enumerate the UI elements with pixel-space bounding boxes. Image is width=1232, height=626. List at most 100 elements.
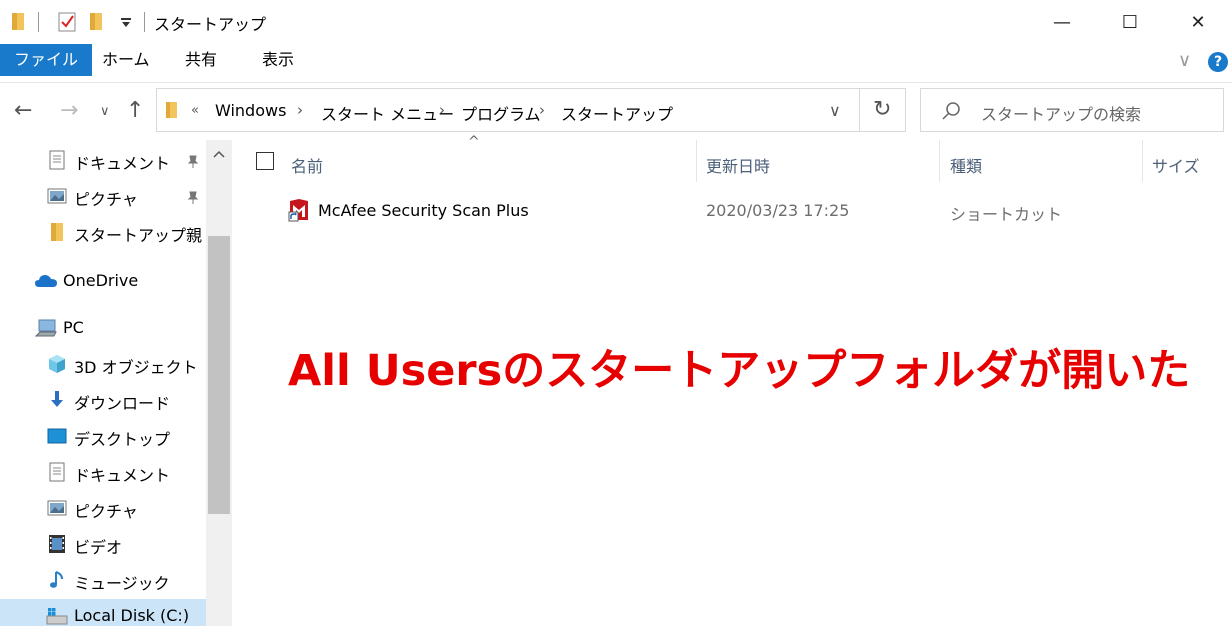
- recent-locations-button[interactable]: ∨: [100, 104, 110, 119]
- nav-item-pictures-quick[interactable]: ピクチャ: [0, 179, 206, 213]
- nav-item-label: Local Disk (C:): [74, 606, 190, 625]
- nav-item-videos[interactable]: ビデオ: [0, 527, 206, 561]
- nav-item-label: 3D オブジェクト: [74, 358, 198, 377]
- window-title: スタートアップ: [154, 15, 267, 34]
- desktop-icon: [47, 428, 67, 444]
- nav-item-local-disk[interactable]: Local Disk (C:): [0, 599, 206, 626]
- scrollbar-thumb[interactable]: [208, 236, 230, 514]
- up-button[interactable]: ↑: [126, 98, 144, 123]
- refresh-icon[interactable]: ↻: [873, 97, 891, 122]
- onedrive-icon: [35, 275, 57, 287]
- properties-icon[interactable]: [56, 10, 78, 34]
- tab-view[interactable]: 表示: [248, 44, 308, 76]
- nav-pane-scrollbar[interactable]: [206, 140, 232, 626]
- folder-icon[interactable]: [10, 10, 28, 32]
- nav-item-label: ドキュメント: [74, 466, 171, 485]
- file-modified: 2020/03/23 17:25: [706, 201, 850, 220]
- new-folder-icon[interactable]: [88, 10, 106, 32]
- picture-icon: [47, 500, 67, 516]
- nav-item-label: デスクトップ: [74, 430, 171, 449]
- tab-share[interactable]: 共有: [171, 44, 231, 76]
- breadcrumb-separator[interactable]: ›: [539, 101, 545, 119]
- nav-item-label: OneDrive: [63, 271, 139, 290]
- mcafee-shortcut-icon: [288, 199, 308, 222]
- column-divider[interactable]: [696, 140, 697, 182]
- download-icon: [51, 391, 63, 407]
- nav-item-onedrive[interactable]: OneDrive: [0, 264, 206, 298]
- column-header-size[interactable]: サイズ: [1152, 153, 1200, 177]
- divider: [38, 12, 39, 32]
- column-divider[interactable]: [939, 140, 940, 182]
- search-icon: [942, 102, 960, 120]
- select-all-checkbox[interactable]: [256, 152, 274, 170]
- address-dropdown-icon[interactable]: ∨: [829, 101, 841, 120]
- column-header-name[interactable]: 名前: [291, 153, 323, 177]
- nav-item-documents-quick[interactable]: ドキュメント: [0, 143, 206, 177]
- nav-item-documents[interactable]: ドキュメント: [0, 455, 206, 489]
- picture-icon: [47, 188, 67, 204]
- breadcrumb-programs[interactable]: プログラム: [461, 101, 541, 125]
- nav-item-label: ピクチャ: [74, 502, 138, 521]
- tab-home[interactable]: ホーム: [88, 44, 164, 76]
- customize-quick-access-icon[interactable]: [120, 18, 132, 28]
- nav-item-label: ピクチャ: [74, 190, 138, 209]
- navigation-pane: ドキュメント ピクチャ スタートアップ 親 OneDrive PC 3D オブジ…: [0, 140, 206, 626]
- nav-item-label: ドキュメント: [74, 154, 171, 173]
- nav-item-pc[interactable]: PC: [0, 311, 206, 345]
- search-input[interactable]: スタートアップの検索: [981, 101, 1141, 125]
- nav-item-music[interactable]: ミュージック: [0, 563, 206, 597]
- file-name[interactable]: McAfee Security Scan Plus: [318, 201, 529, 220]
- breadcrumb-separator[interactable]: ›: [439, 101, 445, 119]
- breadcrumb-startup[interactable]: スタートアップ: [561, 101, 673, 125]
- address-bar[interactable]: « Windows › スタート メニュー › プログラム › スタートアップ …: [156, 88, 906, 132]
- column-divider[interactable]: [1142, 140, 1143, 182]
- back-button[interactable]: ←: [14, 98, 32, 123]
- video-icon: [49, 535, 65, 553]
- nav-item-label: ダウンロード: [74, 394, 171, 413]
- tab-file[interactable]: ファイル: [0, 44, 93, 76]
- pin-icon[interactable]: [186, 191, 200, 205]
- nav-item-downloads[interactable]: ダウンロード: [0, 383, 206, 417]
- pin-icon[interactable]: [186, 155, 200, 169]
- minimize-button[interactable]: —: [1028, 0, 1096, 44]
- folder-icon: [51, 223, 63, 241]
- ribbon-expand-icon[interactable]: ∨: [1178, 50, 1191, 71]
- folder-icon: [166, 102, 177, 118]
- divider: [859, 89, 860, 131]
- column-header-type[interactable]: 種類: [950, 153, 982, 177]
- file-type: ショートカット: [950, 205, 1063, 224]
- search-box[interactable]: スタートアップの検索: [920, 88, 1224, 132]
- nav-item-label: スタートアップ: [74, 226, 187, 245]
- breadcrumb-overflow[interactable]: «: [191, 103, 199, 118]
- nav-item-desktop[interactable]: デスクトップ: [0, 419, 206, 453]
- nav-item-startup-quick[interactable]: スタートアップ 親: [0, 215, 206, 249]
- nav-item-label: ミュージック: [74, 574, 170, 593]
- divider: [144, 12, 145, 32]
- 3d-objects-icon: [49, 355, 65, 373]
- close-button[interactable]: ✕: [1164, 0, 1232, 44]
- breadcrumb-windows[interactable]: Windows: [215, 101, 286, 120]
- nav-item-3d-objects[interactable]: 3D オブジェクト: [0, 347, 206, 381]
- column-header-modified[interactable]: 更新日時: [706, 153, 770, 177]
- nav-item-label: PC: [63, 318, 84, 337]
- scroll-up-icon[interactable]: [213, 150, 225, 158]
- breadcrumb-start-menu[interactable]: スタート メニュー: [321, 101, 454, 125]
- maximize-button[interactable]: ☐: [1096, 0, 1164, 44]
- document-icon: [49, 150, 65, 170]
- help-icon[interactable]: ?: [1208, 52, 1228, 72]
- breadcrumb-separator[interactable]: ›: [297, 101, 303, 119]
- document-icon: [49, 462, 65, 482]
- navigation-bar: ← → ∨ ↑ « Windows › スタート メニュー › プログラム › …: [0, 86, 1232, 138]
- nav-item-label: ビデオ: [74, 538, 123, 557]
- nav-item-pictures[interactable]: ピクチャ: [0, 491, 206, 525]
- forward-button[interactable]: →: [60, 98, 78, 123]
- music-icon: [50, 571, 63, 588]
- table-row[interactable]: McAfee Security Scan Plus 2020/03/23 17:…: [234, 192, 1232, 228]
- title-bar: スタートアップ — ☐ ✕: [0, 0, 1232, 44]
- annotation-text: All Usersのスタートアップフォルダが開いた: [288, 346, 1191, 396]
- sort-indicator-icon: ^: [468, 134, 480, 150]
- nav-item-location-label: 親: [186, 226, 203, 245]
- drive-icon: [46, 608, 68, 625]
- pc-icon: [34, 319, 57, 337]
- ribbon-tabs: ファイル ホーム 共有 表示 ∨ ?: [0, 44, 1232, 83]
